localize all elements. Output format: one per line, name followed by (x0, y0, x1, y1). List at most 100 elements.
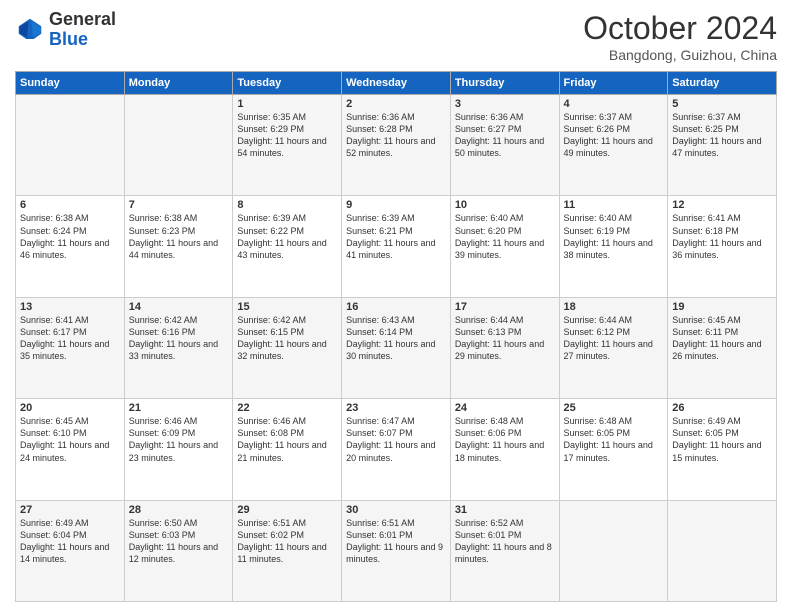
day-number: 1 (237, 98, 337, 110)
calendar-cell: 5Sunrise: 6:37 AM Sunset: 6:25 PM Daylig… (668, 95, 777, 196)
logo-icon (15, 15, 45, 45)
day-header-monday: Monday (124, 72, 233, 95)
day-number: 14 (129, 301, 229, 313)
day-header-tuesday: Tuesday (233, 72, 342, 95)
day-header-sunday: Sunday (16, 72, 125, 95)
week-row-2: 13Sunrise: 6:41 AM Sunset: 6:17 PM Dayli… (16, 297, 777, 398)
day-info: Sunrise: 6:45 AM Sunset: 6:10 PM Dayligh… (20, 415, 120, 464)
calendar-cell: 22Sunrise: 6:46 AM Sunset: 6:08 PM Dayli… (233, 399, 342, 500)
calendar-cell: 26Sunrise: 6:49 AM Sunset: 6:05 PM Dayli… (668, 399, 777, 500)
day-number: 7 (129, 199, 229, 211)
day-info: Sunrise: 6:36 AM Sunset: 6:28 PM Dayligh… (346, 111, 446, 160)
day-info: Sunrise: 6:44 AM Sunset: 6:13 PM Dayligh… (455, 314, 555, 363)
day-number: 24 (455, 402, 555, 414)
day-number: 9 (346, 199, 446, 211)
day-info: Sunrise: 6:41 AM Sunset: 6:17 PM Dayligh… (20, 314, 120, 363)
day-number: 12 (672, 199, 772, 211)
day-number: 17 (455, 301, 555, 313)
logo-blue: Blue (49, 30, 116, 50)
day-info: Sunrise: 6:40 AM Sunset: 6:20 PM Dayligh… (455, 212, 555, 261)
day-info: Sunrise: 6:45 AM Sunset: 6:11 PM Dayligh… (672, 314, 772, 363)
calendar-cell: 16Sunrise: 6:43 AM Sunset: 6:14 PM Dayli… (342, 297, 451, 398)
day-info: Sunrise: 6:40 AM Sunset: 6:19 PM Dayligh… (564, 212, 664, 261)
calendar-body: 1Sunrise: 6:35 AM Sunset: 6:29 PM Daylig… (16, 95, 777, 602)
location: Bangdong, Guizhou, China (583, 47, 777, 63)
day-number: 6 (20, 199, 120, 211)
calendar-cell: 6Sunrise: 6:38 AM Sunset: 6:24 PM Daylig… (16, 196, 125, 297)
day-info: Sunrise: 6:52 AM Sunset: 6:01 PM Dayligh… (455, 517, 555, 566)
calendar-cell: 19Sunrise: 6:45 AM Sunset: 6:11 PM Dayli… (668, 297, 777, 398)
day-number: 21 (129, 402, 229, 414)
calendar-cell: 8Sunrise: 6:39 AM Sunset: 6:22 PM Daylig… (233, 196, 342, 297)
title-block: October 2024 Bangdong, Guizhou, China (583, 10, 777, 63)
day-number: 22 (237, 402, 337, 414)
day-info: Sunrise: 6:38 AM Sunset: 6:24 PM Dayligh… (20, 212, 120, 261)
day-number: 27 (20, 504, 120, 516)
day-info: Sunrise: 6:49 AM Sunset: 6:04 PM Dayligh… (20, 517, 120, 566)
calendar-cell (124, 95, 233, 196)
calendar-header: SundayMondayTuesdayWednesdayThursdayFrid… (16, 72, 777, 95)
calendar-cell: 18Sunrise: 6:44 AM Sunset: 6:12 PM Dayli… (559, 297, 668, 398)
calendar-cell: 17Sunrise: 6:44 AM Sunset: 6:13 PM Dayli… (450, 297, 559, 398)
day-header-wednesday: Wednesday (342, 72, 451, 95)
day-info: Sunrise: 6:51 AM Sunset: 6:01 PM Dayligh… (346, 517, 446, 566)
day-number: 11 (564, 199, 664, 211)
day-number: 19 (672, 301, 772, 313)
day-number: 5 (672, 98, 772, 110)
calendar-cell: 2Sunrise: 6:36 AM Sunset: 6:28 PM Daylig… (342, 95, 451, 196)
calendar-cell: 27Sunrise: 6:49 AM Sunset: 6:04 PM Dayli… (16, 500, 125, 601)
day-number: 13 (20, 301, 120, 313)
week-row-4: 27Sunrise: 6:49 AM Sunset: 6:04 PM Dayli… (16, 500, 777, 601)
week-row-1: 6Sunrise: 6:38 AM Sunset: 6:24 PM Daylig… (16, 196, 777, 297)
day-info: Sunrise: 6:39 AM Sunset: 6:22 PM Dayligh… (237, 212, 337, 261)
day-info: Sunrise: 6:46 AM Sunset: 6:09 PM Dayligh… (129, 415, 229, 464)
calendar-cell: 4Sunrise: 6:37 AM Sunset: 6:26 PM Daylig… (559, 95, 668, 196)
calendar-cell: 11Sunrise: 6:40 AM Sunset: 6:19 PM Dayli… (559, 196, 668, 297)
month-title: October 2024 (583, 10, 777, 47)
day-number: 23 (346, 402, 446, 414)
day-info: Sunrise: 6:50 AM Sunset: 6:03 PM Dayligh… (129, 517, 229, 566)
day-number: 10 (455, 199, 555, 211)
day-number: 20 (20, 402, 120, 414)
logo-general: General (49, 10, 116, 30)
day-info: Sunrise: 6:51 AM Sunset: 6:02 PM Dayligh… (237, 517, 337, 566)
day-number: 15 (237, 301, 337, 313)
day-number: 30 (346, 504, 446, 516)
logo-text: General Blue (49, 10, 116, 50)
calendar-cell: 29Sunrise: 6:51 AM Sunset: 6:02 PM Dayli… (233, 500, 342, 601)
day-info: Sunrise: 6:49 AM Sunset: 6:05 PM Dayligh… (672, 415, 772, 464)
week-row-0: 1Sunrise: 6:35 AM Sunset: 6:29 PM Daylig… (16, 95, 777, 196)
calendar-cell: 30Sunrise: 6:51 AM Sunset: 6:01 PM Dayli… (342, 500, 451, 601)
day-number: 2 (346, 98, 446, 110)
calendar-cell: 9Sunrise: 6:39 AM Sunset: 6:21 PM Daylig… (342, 196, 451, 297)
calendar: SundayMondayTuesdayWednesdayThursdayFrid… (15, 71, 777, 602)
day-number: 31 (455, 504, 555, 516)
calendar-cell: 20Sunrise: 6:45 AM Sunset: 6:10 PM Dayli… (16, 399, 125, 500)
header-row: SundayMondayTuesdayWednesdayThursdayFrid… (16, 72, 777, 95)
day-info: Sunrise: 6:42 AM Sunset: 6:16 PM Dayligh… (129, 314, 229, 363)
week-row-3: 20Sunrise: 6:45 AM Sunset: 6:10 PM Dayli… (16, 399, 777, 500)
calendar-cell: 14Sunrise: 6:42 AM Sunset: 6:16 PM Dayli… (124, 297, 233, 398)
calendar-cell: 28Sunrise: 6:50 AM Sunset: 6:03 PM Dayli… (124, 500, 233, 601)
day-info: Sunrise: 6:47 AM Sunset: 6:07 PM Dayligh… (346, 415, 446, 464)
calendar-cell: 15Sunrise: 6:42 AM Sunset: 6:15 PM Dayli… (233, 297, 342, 398)
day-number: 16 (346, 301, 446, 313)
day-info: Sunrise: 6:35 AM Sunset: 6:29 PM Dayligh… (237, 111, 337, 160)
calendar-cell (559, 500, 668, 601)
day-number: 29 (237, 504, 337, 516)
calendar-cell: 31Sunrise: 6:52 AM Sunset: 6:01 PM Dayli… (450, 500, 559, 601)
day-info: Sunrise: 6:43 AM Sunset: 6:14 PM Dayligh… (346, 314, 446, 363)
day-info: Sunrise: 6:36 AM Sunset: 6:27 PM Dayligh… (455, 111, 555, 160)
day-header-saturday: Saturday (668, 72, 777, 95)
day-info: Sunrise: 6:44 AM Sunset: 6:12 PM Dayligh… (564, 314, 664, 363)
header: General Blue October 2024 Bangdong, Guiz… (15, 10, 777, 63)
calendar-cell: 25Sunrise: 6:48 AM Sunset: 6:05 PM Dayli… (559, 399, 668, 500)
day-info: Sunrise: 6:42 AM Sunset: 6:15 PM Dayligh… (237, 314, 337, 363)
day-info: Sunrise: 6:48 AM Sunset: 6:05 PM Dayligh… (564, 415, 664, 464)
day-info: Sunrise: 6:39 AM Sunset: 6:21 PM Dayligh… (346, 212, 446, 261)
day-info: Sunrise: 6:37 AM Sunset: 6:25 PM Dayligh… (672, 111, 772, 160)
day-number: 8 (237, 199, 337, 211)
calendar-cell: 12Sunrise: 6:41 AM Sunset: 6:18 PM Dayli… (668, 196, 777, 297)
day-info: Sunrise: 6:46 AM Sunset: 6:08 PM Dayligh… (237, 415, 337, 464)
calendar-cell: 24Sunrise: 6:48 AM Sunset: 6:06 PM Dayli… (450, 399, 559, 500)
